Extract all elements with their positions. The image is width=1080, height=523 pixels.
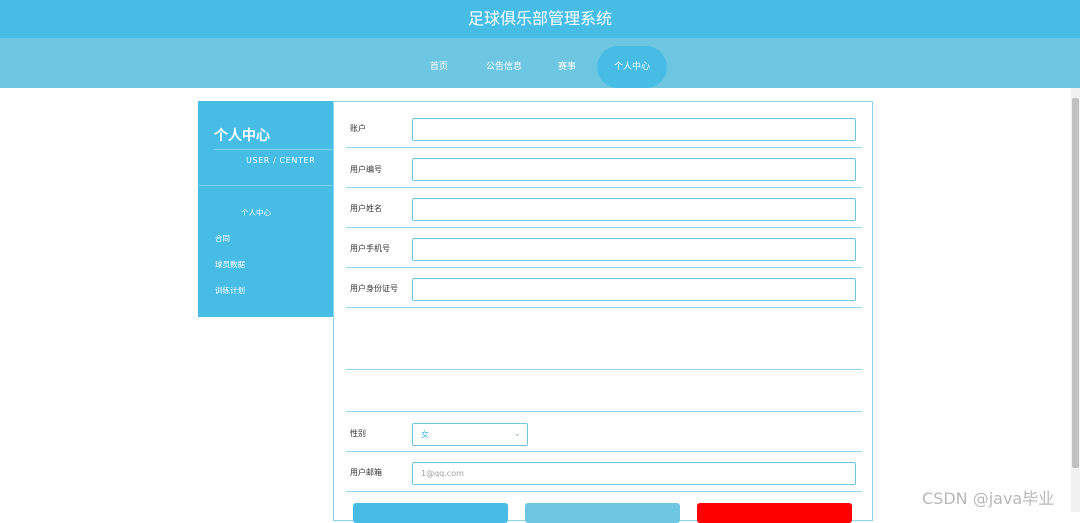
email-input[interactable]: 1@qq.com	[412, 462, 856, 485]
sidebar: 个人中心 USER / CENTER 个人中心 合同 球员数据 训练计划	[198, 101, 333, 317]
sidebar-item-contract[interactable]: 合同	[215, 233, 230, 244]
account-input[interactable]	[412, 118, 856, 141]
gender-select[interactable]: 女 ⌄	[412, 423, 528, 446]
sidebar-divider	[198, 185, 333, 186]
user-no-input[interactable]	[412, 158, 856, 181]
form-row-user-name: 用户姓名	[346, 188, 862, 228]
form-row-user-phone: 用户手机号	[346, 228, 862, 268]
user-name-label: 用户姓名	[350, 204, 382, 213]
nav-user-center[interactable]: 个人中心	[597, 46, 667, 88]
logout-button[interactable]	[697, 503, 852, 523]
app-title: 足球俱乐部管理系统	[0, 0, 1080, 38]
sidebar-divider	[214, 149, 333, 150]
user-phone-input[interactable]	[412, 238, 856, 261]
user-id-card-input[interactable]	[412, 278, 856, 301]
form-row-empty	[346, 370, 862, 412]
user-name-input[interactable]	[412, 198, 856, 221]
form-row-user-id-card: 用户身份证号	[346, 268, 862, 308]
scrollbar-thumb[interactable]	[1072, 98, 1079, 468]
form-row-gender: 性别 女 ⌄	[346, 412, 862, 452]
sidebar-title: 个人中心	[214, 128, 270, 144]
nav-home[interactable]: 首页	[420, 38, 458, 88]
watermark: CSDN @java毕业	[922, 489, 1055, 508]
top-nav: 首页 公告信息 赛事 个人中心	[0, 38, 1080, 88]
sidebar-item-player-data[interactable]: 球员数据	[215, 259, 245, 270]
sidebar-item-user-center[interactable]: 个人中心	[241, 207, 271, 218]
user-id-card-label: 用户身份证号	[350, 284, 398, 293]
user-no-label: 用户编号	[350, 165, 382, 174]
form-row-account: 账户	[346, 114, 862, 148]
sidebar-subtitle: USER / CENTER	[246, 156, 316, 165]
account-label: 账户	[350, 124, 366, 133]
gender-value: 女	[421, 430, 429, 439]
gender-label: 性别	[350, 429, 366, 438]
form-row-empty	[346, 308, 862, 370]
user-phone-label: 用户手机号	[350, 244, 390, 253]
chevron-down-icon: ⌄	[513, 429, 521, 439]
secondary-button[interactable]	[525, 503, 680, 523]
sidebar-item-training-plan[interactable]: 训练计划	[215, 285, 245, 296]
form-row-email: 用户邮箱 1@qq.com	[346, 452, 862, 492]
update-button[interactable]	[353, 503, 508, 523]
nav-announcements[interactable]: 公告信息	[480, 38, 528, 88]
profile-form: 账户 用户编号 用户姓名 用户手机号 用户身份证号 性别 女 ⌄ 用户邮箱 1@…	[333, 101, 873, 521]
nav-matches[interactable]: 赛事	[548, 38, 586, 88]
email-label: 用户邮箱	[350, 468, 382, 477]
form-row-user-no: 用户编号	[346, 148, 862, 188]
